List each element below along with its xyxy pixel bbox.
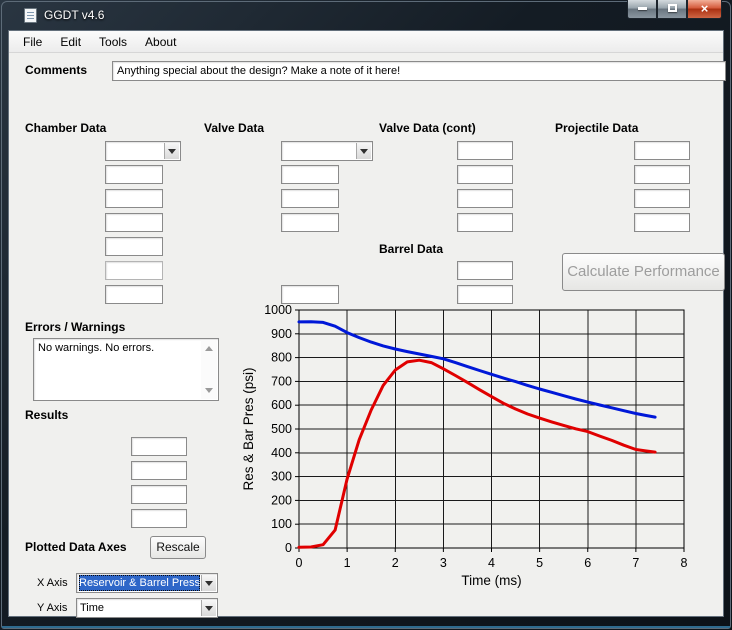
menu-edit[interactable]: Edit [51,32,90,52]
x-axis-combo[interactable]: Reservoir & Barrel Pressu [76,573,218,593]
minimize-icon [638,7,647,10]
valve-type-combo[interactable] [281,141,373,161]
of-valves-field[interactable] [281,165,339,184]
temperature-field[interactable] [105,165,163,184]
vent-diam-field[interactable] [457,189,513,208]
scroll-down-icon[interactable] [205,388,213,393]
projectile-data-header: Projectile Data [555,121,638,135]
length-field[interactable] [457,285,513,304]
bore-field[interactable] [457,261,513,280]
scrollbar[interactable] [201,340,217,399]
window-frame-accent [2,626,730,628]
rescale-button[interactable]: Rescale [150,536,206,559]
chevron-down-icon [205,606,213,611]
plotted-data-axes-header: Plotted Data Axes [25,540,127,554]
y-axis-combo-button[interactable] [201,600,216,616]
scroll-up-icon[interactable] [205,346,213,351]
y-axis-label: Y Axis [37,602,67,614]
x-axis-combo-value: Reservoir & Barrel Pressu [79,575,200,591]
close-button[interactable]: × [687,0,722,19]
gas-combo-value [109,143,164,159]
length-field[interactable] [105,261,163,280]
errors-warnings-header: Errors / Warnings [25,320,125,334]
maximize-icon [668,4,677,12]
pressure-drop-field[interactable] [131,461,187,480]
outer-diam-field[interactable] [105,213,163,232]
app-window: GGDT v4.6 × FileEditToolsAbout Comments … [0,0,732,630]
inner-diam-field[interactable] [105,237,163,256]
dead-volume-field[interactable] [281,285,339,304]
title-bar[interactable]: GGDT v4.6 × [0,0,732,30]
valve-type-combo-button[interactable] [356,143,371,159]
gas-combo-button[interactable] [164,143,179,159]
menu-bar: FileEditToolsAbout [9,31,723,53]
mass-field[interactable] [634,165,690,184]
volume-field[interactable] [105,285,163,304]
comments-label: Comments [25,63,87,77]
diameter-field[interactable] [634,189,690,208]
valve-data-cont-header: Valve Data (cont) [379,121,476,135]
chevron-down-icon [360,149,368,154]
results-header: Results [25,408,68,422]
pilot-volume-field[interactable] [457,213,513,232]
barrel-data-header: Barrel Data [379,242,443,256]
y-axis-combo-value: Time [80,600,201,616]
chevron-down-icon [168,149,176,154]
valve-data-header: Valve Data [204,121,264,135]
chevron-down-icon [205,581,213,586]
piston-diam-field[interactable] [457,141,513,160]
friction-field[interactable] [634,141,690,160]
window-title: GGDT v4.6 [44,8,104,22]
comments-input[interactable]: Anything special about the design? Make … [112,61,726,81]
app-icon [24,8,37,23]
initial-position-field[interactable] [634,213,690,232]
form-area: Comments Anything special about the desi… [9,54,723,616]
x-axis-label: X Axis [37,577,68,589]
x-axis-combo-button[interactable] [201,575,216,591]
muzzle-velocity-field[interactable] [131,509,187,528]
errors-warnings-textbox[interactable]: No warnings. No errors. [33,338,219,401]
muzzle-energy-field[interactable] [131,485,187,504]
y-axis-combo[interactable]: Time [76,598,218,618]
maximize-button[interactable] [657,0,687,19]
pressure-field[interactable] [105,189,163,208]
menu-about[interactable]: About [136,32,185,52]
close-icon: × [701,1,709,16]
gas-combo[interactable] [105,141,181,161]
valve-type-combo-value [285,143,356,159]
flow-coef-field[interactable] [281,189,339,208]
chamber-data-header: Chamber Data [25,121,106,135]
minimize-button[interactable] [627,0,657,19]
calculate-performance-button[interactable]: Calculate Performance [562,253,725,291]
client-area: FileEditToolsAbout Comments Anything spe… [8,30,724,617]
travel-time-field[interactable] [131,437,187,456]
piston-mass-field[interactable] [457,165,513,184]
menu-file[interactable]: File [14,32,51,52]
menu-tools[interactable]: Tools [90,32,136,52]
seat-diam-field[interactable] [281,213,339,232]
errors-warnings-text: No warnings. No errors. [38,342,154,354]
